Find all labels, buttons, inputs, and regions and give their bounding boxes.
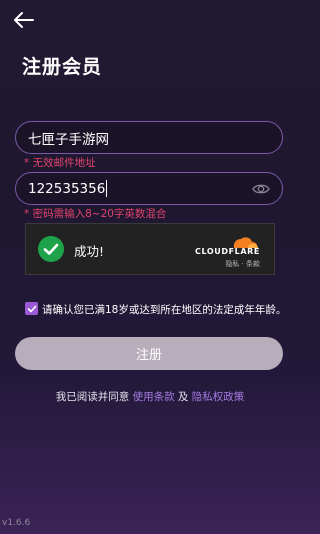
- username-value: 七匣子手游网: [28, 131, 109, 148]
- captcha-status-text: 成功!: [74, 244, 105, 259]
- arrow-left-icon: [14, 12, 34, 28]
- page-title: 注册会员: [22, 56, 103, 78]
- age-confirm-label: 请确认您已满18岁或达到所在地区的法定成年年龄。: [42, 304, 287, 316]
- cloudflare-terms-link[interactable]: 条款: [246, 260, 260, 268]
- app-version: v1.6.6: [2, 518, 31, 528]
- cloudflare-captcha: 成功! CLOUDFLARE 隐私 · 条款: [25, 223, 275, 275]
- link-separator: ·: [239, 260, 246, 268]
- privacy-policy-link[interactable]: 隐私权政策: [192, 391, 245, 403]
- username-error: * 无效邮件地址: [24, 157, 96, 169]
- age-confirm-checkbox[interactable]: [25, 302, 38, 315]
- username-field[interactable]: 七匣子手游网: [15, 121, 283, 154]
- check-circle-icon: [38, 236, 64, 262]
- password-error: * 密码需输入8~20字英数混合: [24, 208, 167, 220]
- terms-of-use-link[interactable]: 使用条款: [133, 391, 175, 403]
- password-field[interactable]: 122535356: [15, 172, 283, 205]
- cloudflare-privacy-link[interactable]: 隐私: [225, 260, 239, 268]
- text-caret: [106, 180, 108, 197]
- cloudflare-links: 隐私 · 条款: [225, 259, 260, 269]
- cloudflare-brand: CLOUDFLARE: [195, 247, 260, 256]
- terms-conjunction: 及: [174, 391, 192, 403]
- terms-agreement: 我已阅读并同意 使用条款 及 隐私权政策: [0, 389, 300, 404]
- eye-icon[interactable]: [252, 181, 270, 197]
- terms-prefix: 我已阅读并同意: [55, 391, 133, 403]
- back-button[interactable]: [10, 6, 38, 34]
- password-value: 122535356: [28, 180, 106, 197]
- register-button[interactable]: 注册: [15, 337, 283, 370]
- checkmark-icon: [27, 305, 36, 312]
